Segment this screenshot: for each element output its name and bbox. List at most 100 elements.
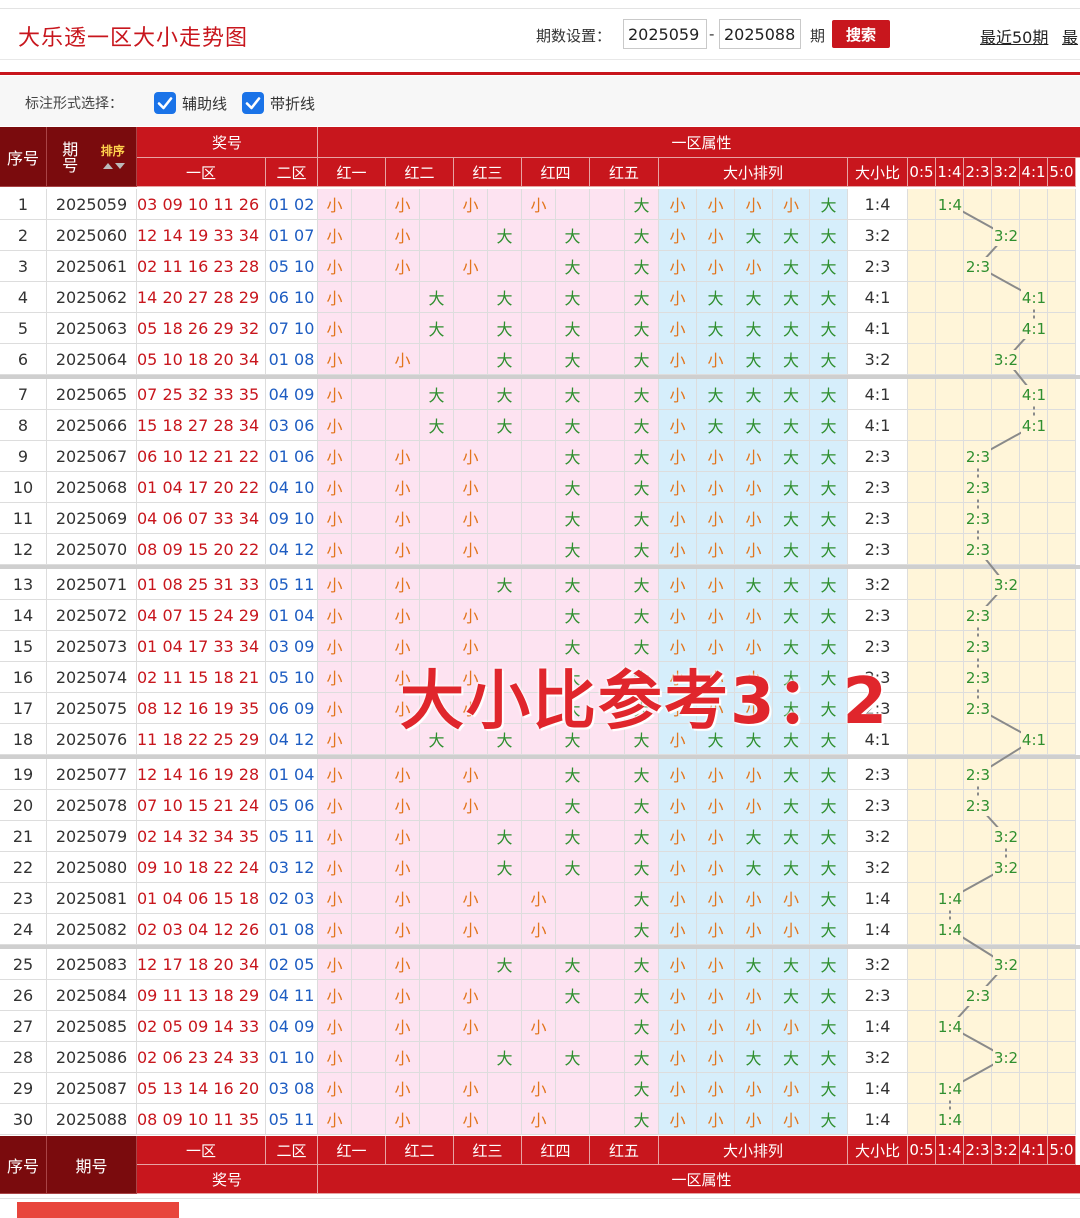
red4-big-cell: 大 <box>556 344 590 375</box>
ratio-dist-cell <box>1020 569 1048 600</box>
ratio-dist-cell <box>908 1042 936 1073</box>
red1-big-cell <box>352 790 386 821</box>
aux-line-checkbox[interactable] <box>154 92 176 114</box>
row-zone2-numbers: 01 08 <box>266 914 318 945</box>
red1-small-cell: 小 <box>318 410 352 441</box>
arrangement-cell-1: 小 <box>659 1011 697 1042</box>
arrangement-cell-3: 小 <box>735 534 773 565</box>
header-ratio-5-0: 5:0 <box>1048 158 1076 187</box>
row-zone1-numbers: 15 18 27 28 34 <box>137 410 266 441</box>
red5-big-cell: 大 <box>625 949 659 980</box>
row-period: 2025085 <box>47 1011 137 1042</box>
ratio-dist-cell <box>992 282 1020 313</box>
arrangement-cell-3: 小 <box>735 1073 773 1104</box>
red4-big-cell <box>556 189 590 220</box>
arrangement-cell-2: 小 <box>697 662 735 693</box>
footer-seq: 序号 <box>0 1136 47 1194</box>
arrangement-cell-2: 小 <box>697 790 735 821</box>
red1-big-cell <box>352 759 386 790</box>
ratio-dist-cell <box>992 534 1020 565</box>
period-from-input[interactable] <box>623 19 707 49</box>
row-zone1-numbers: 01 08 25 31 33 <box>137 569 266 600</box>
red3-small-cell <box>454 379 488 410</box>
arrangement-cell-5: 大 <box>810 852 848 883</box>
ratio-dist-cell <box>992 1011 1020 1042</box>
red5-small-cell <box>590 1011 625 1042</box>
arrangement-cell-4: 小 <box>773 1104 810 1135</box>
red2-small-cell: 小 <box>386 883 420 914</box>
red2-small-cell: 小 <box>386 662 420 693</box>
ratio-dist-cell <box>936 282 964 313</box>
row-zone1-numbers: 01 04 17 20 22 <box>137 472 266 503</box>
red1-big-cell <box>352 503 386 534</box>
ratio-dist-cell <box>936 600 964 631</box>
footer-red-3: 红三 <box>454 1136 522 1165</box>
red4-big-cell: 大 <box>556 600 590 631</box>
red3-small-cell: 小 <box>454 790 488 821</box>
fold-line-label[interactable]: 带折线 <box>270 93 315 114</box>
red5-big-cell: 大 <box>625 662 659 693</box>
row-zone2-numbers: 01 06 <box>266 441 318 472</box>
red4-big-cell: 大 <box>556 282 590 313</box>
row-zone2-numbers: 09 10 <box>266 503 318 534</box>
arrangement-cell-3: 小 <box>735 600 773 631</box>
red3-small-cell <box>454 344 488 375</box>
red3-big-cell: 大 <box>488 220 522 251</box>
row-ratio: 4:1 <box>848 282 908 313</box>
search-button[interactable]: 搜索 <box>832 20 890 48</box>
row-seq: 20 <box>0 790 47 821</box>
row-ratio: 1:4 <box>848 883 908 914</box>
arrangement-cell-3: 大 <box>735 344 773 375</box>
arrangement-cell-1: 小 <box>659 251 697 282</box>
ratio-dist-cell <box>908 313 936 344</box>
red1-big-cell <box>352 883 386 914</box>
red5-big-cell: 大 <box>625 472 659 503</box>
row-zone1-numbers: 11 18 22 25 29 <box>137 724 266 755</box>
ratio-dist-cell <box>936 344 964 375</box>
arrangement-cell-4: 大 <box>773 503 810 534</box>
row-ratio: 2:3 <box>848 600 908 631</box>
arrangement-cell-1: 小 <box>659 379 697 410</box>
red2-small-cell: 小 <box>386 631 420 662</box>
red1-big-cell <box>352 189 386 220</box>
header-attr-group: 一区属性 <box>318 127 1080 158</box>
row-zone1-numbers: 02 05 09 14 33 <box>137 1011 266 1042</box>
arrangement-cell-2: 小 <box>697 980 735 1011</box>
ratio-dist-cell <box>992 410 1020 441</box>
row-ratio: 2:3 <box>848 534 908 565</box>
ratio-dist-cell <box>908 1011 936 1042</box>
arrangement-cell-3: 小 <box>735 1011 773 1042</box>
red5-small-cell <box>590 693 625 724</box>
red1-small-cell: 小 <box>318 313 352 344</box>
arrangement-cell-2: 大 <box>697 313 735 344</box>
arrangement-cell-2: 小 <box>697 631 735 662</box>
red2-small-cell <box>386 410 420 441</box>
bottom-button[interactable] <box>17 1202 179 1218</box>
ratio-dist-cell <box>1048 631 1076 662</box>
ratio-dist-cell <box>936 503 964 534</box>
sort-control[interactable]: 排序 <box>99 142 127 171</box>
aux-line-label[interactable]: 辅助线 <box>182 93 227 114</box>
row-seq: 9 <box>0 441 47 472</box>
recent-50-link[interactable]: 最近50期 <box>980 24 1048 48</box>
red1-big-cell <box>352 472 386 503</box>
header-red-2: 红二 <box>386 158 454 187</box>
row-zone1-numbers: 07 10 15 21 24 <box>137 790 266 821</box>
ratio-point-label: 1:4 <box>937 1109 963 1130</box>
arrangement-cell-3: 大 <box>735 821 773 852</box>
ratio-dist-cell <box>1020 883 1048 914</box>
red5-big-cell: 大 <box>625 883 659 914</box>
red2-big-cell <box>420 914 454 945</box>
recent-more-link[interactable]: 最 <box>1062 24 1078 48</box>
period-to-input[interactable] <box>719 19 801 49</box>
arrangement-cell-4: 小 <box>773 189 810 220</box>
sort-arrows-icon <box>102 163 125 169</box>
row-zone2-numbers: 05 06 <box>266 790 318 821</box>
row-zone1-numbers: 09 10 18 22 24 <box>137 852 266 883</box>
red5-small-cell <box>590 472 625 503</box>
ratio-point-label: 2:3 <box>965 636 991 657</box>
red1-big-cell <box>352 631 386 662</box>
red2-small-cell <box>386 724 420 755</box>
red3-big-cell: 大 <box>488 724 522 755</box>
fold-line-checkbox[interactable] <box>242 92 264 114</box>
